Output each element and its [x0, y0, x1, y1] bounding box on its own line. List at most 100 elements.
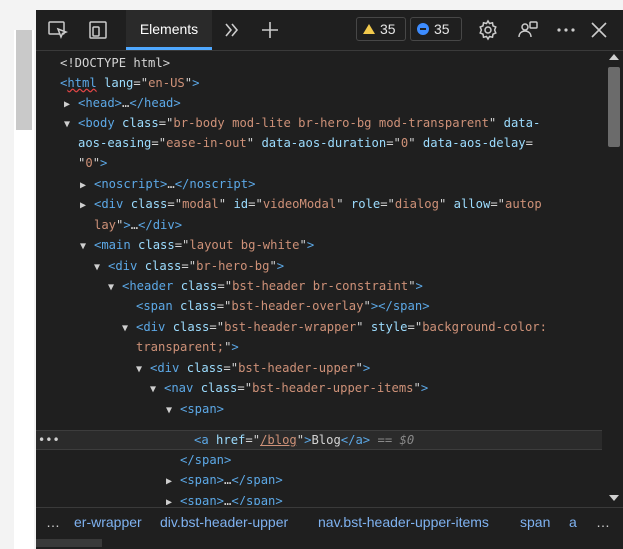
code-token: " — [355, 361, 363, 375]
breadcrumb-item-wrapper[interactable]: er-wrapper — [74, 514, 142, 530]
feedback-icon[interactable] — [516, 18, 540, 42]
code-token: <a — [194, 433, 209, 447]
dom-node-modal-cont[interactable]: lay">…</div> — [94, 215, 182, 235]
dom-node-modal[interactable]: ▶ <div class="modal" id="videoModal" role… — [80, 194, 542, 214]
expand-arrow-icon[interactable]: ▶ — [166, 493, 180, 505]
collapse-arrow-icon[interactable]: ▼ — [122, 319, 136, 339]
code-token: … — [130, 218, 139, 232]
dom-node-head[interactable]: ▶ <head>…</head> — [64, 93, 181, 113]
code-token: class — [130, 238, 175, 252]
breadcrumb-item-span[interactable]: span — [520, 514, 550, 530]
breadcrumb-item-a[interactable]: a — [569, 514, 577, 530]
breadcrumb-scrollbar[interactable] — [36, 537, 623, 549]
dom-node-body[interactable]: ▼ <body class="br-body mod-lite br-hero-b… — [64, 113, 540, 133]
code-token: <main — [94, 238, 131, 252]
code-token: =" — [181, 259, 197, 273]
code-token: role — [343, 197, 381, 211]
code-token: > — [100, 156, 108, 170]
dom-node-wrapper[interactable]: ▼ <div class="bst-header-wrapper" style="… — [122, 317, 547, 337]
selected-node-dots[interactable]: ••• — [38, 430, 60, 450]
dom-node-body-cont2[interactable]: "0"> — [78, 153, 107, 173]
code-token: </span> — [180, 453, 232, 467]
code-token: =" — [490, 197, 505, 211]
scroll-up-icon[interactable] — [609, 54, 619, 60]
dom-node-span-3[interactable]: ▶ <span>…</span> — [166, 491, 283, 505]
warnings-badge[interactable]: 35 — [356, 17, 406, 41]
dom-node-span[interactable]: ▼ <span> — [166, 399, 224, 419]
collapse-arrow-icon[interactable]: ▼ — [136, 360, 150, 380]
dom-node-html[interactable]: <html lang="en-US"> — [60, 73, 199, 93]
more-tabs-icon[interactable] — [220, 18, 244, 42]
code-token: data-aos-delay — [415, 136, 526, 150]
code-token: <div — [136, 320, 166, 334]
code-token: videoModal — [262, 197, 337, 211]
code-token: </span> — [231, 473, 283, 487]
code-token: autop — [505, 197, 542, 211]
dom-node-main[interactable]: ▼ <main class="layout bg-white"> — [80, 235, 314, 255]
code-token: =" — [216, 299, 232, 313]
code-token: <!DOCTYPE html> — [60, 56, 171, 70]
code-token: br-hero-bg — [196, 259, 270, 273]
code-token: =" — [167, 197, 183, 211]
collapse-arrow-icon[interactable]: ▼ — [80, 237, 94, 257]
dom-tree-scrollbar[interactable] — [604, 51, 623, 505]
dom-node-noscript[interactable]: ▶ <noscript>…</noscript> — [80, 174, 255, 194]
collapse-arrow-icon[interactable]: ▼ — [94, 258, 108, 278]
close-icon[interactable] — [587, 18, 611, 42]
code-token: </head> — [129, 96, 181, 110]
dom-node-a-selected[interactable]: <a href="/blog">Blog</a> == $0 — [194, 430, 414, 450]
dom-node-nav[interactable]: ▼ <nav class="bst-header-upper-items"> — [150, 378, 428, 398]
more-options-icon[interactable] — [554, 18, 578, 42]
code-token: <nav — [164, 381, 194, 395]
collapse-arrow-icon[interactable]: ▼ — [64, 115, 78, 135]
breadcrumb-more-right[interactable]: … — [596, 514, 610, 530]
dom-node-hero[interactable]: ▼ <div class="br-hero-bg"> — [94, 256, 284, 276]
code-token: " — [363, 299, 371, 313]
dom-node-header[interactable]: ▼ <header class="bst-header br-constraint… — [108, 276, 423, 296]
page-scroll-thumb[interactable] — [16, 30, 32, 130]
messages-badge[interactable]: 35 — [410, 17, 462, 41]
dom-node-upper[interactable]: ▼ <div class="bst-header-upper"> — [136, 358, 370, 378]
dom-node-doctype[interactable]: <!DOCTYPE html> — [60, 53, 170, 73]
scroll-down-icon[interactable] — [609, 495, 619, 501]
code-token: bst-header br-constraint — [232, 279, 409, 293]
code-token: <header — [122, 279, 174, 293]
collapse-arrow-icon[interactable]: ▼ — [108, 278, 122, 298]
dom-node-body-cont[interactable]: aos-easing="ease-in-out" data-aos-durati… — [78, 133, 533, 153]
dom-tree-scroll-thumb[interactable] — [608, 67, 620, 147]
inspect-element-icon[interactable] — [46, 18, 70, 42]
gear-icon[interactable] — [476, 18, 500, 42]
code-token: data- — [496, 116, 541, 130]
code-token: <span — [136, 299, 173, 313]
code-token: =" — [223, 361, 239, 375]
breadcrumb: … er-wrapper div.bst-header-upper nav.bs… — [36, 507, 623, 538]
breadcrumb-scroll-thumb[interactable] — [36, 539, 102, 547]
dom-node-span-2[interactable]: ▶ <span>…</span> — [166, 470, 283, 490]
add-tab-icon[interactable] — [258, 18, 282, 42]
code-token: " — [184, 76, 193, 90]
expand-arrow-icon[interactable]: ▶ — [80, 176, 94, 196]
code-token: transparent; — [136, 340, 225, 354]
expand-arrow-icon[interactable]: ▶ — [64, 95, 78, 115]
code-token: > — [123, 218, 131, 232]
collapse-arrow-icon[interactable]: ▼ — [166, 401, 180, 421]
dom-node-overlay[interactable]: <span class="bst-header-overlay"></span> — [136, 296, 430, 316]
dom-tree[interactable]: ••• <!DOCTYPE html> <html lang="en-US"> … — [36, 51, 602, 505]
expand-arrow-icon[interactable]: ▶ — [80, 196, 94, 216]
breadcrumb-item-nav[interactable]: nav.bst-header-upper-items — [318, 514, 489, 530]
code-token: bst-header-upper — [238, 361, 356, 375]
code-token: data-aos-duration — [254, 136, 387, 150]
dom-node-span-close[interactable]: </span> — [180, 450, 231, 470]
device-emulation-icon[interactable] — [86, 18, 110, 42]
code-token: layout bg-white — [189, 238, 300, 252]
breadcrumb-item-header-upper[interactable]: div.bst-header-upper — [160, 514, 288, 530]
code-token: =" — [158, 116, 174, 130]
collapse-arrow-icon[interactable]: ▼ — [150, 380, 164, 400]
breadcrumb-more-left[interactable]: … — [46, 514, 60, 530]
dom-node-wrapper-cont[interactable]: transparent;"> — [136, 337, 239, 357]
code-token: > — [276, 259, 285, 273]
code-token: lay — [94, 218, 117, 232]
code-token: bst-header-upper-items — [252, 381, 414, 395]
tab-elements[interactable]: Elements — [126, 10, 212, 50]
expand-arrow-icon[interactable]: ▶ — [166, 472, 180, 492]
